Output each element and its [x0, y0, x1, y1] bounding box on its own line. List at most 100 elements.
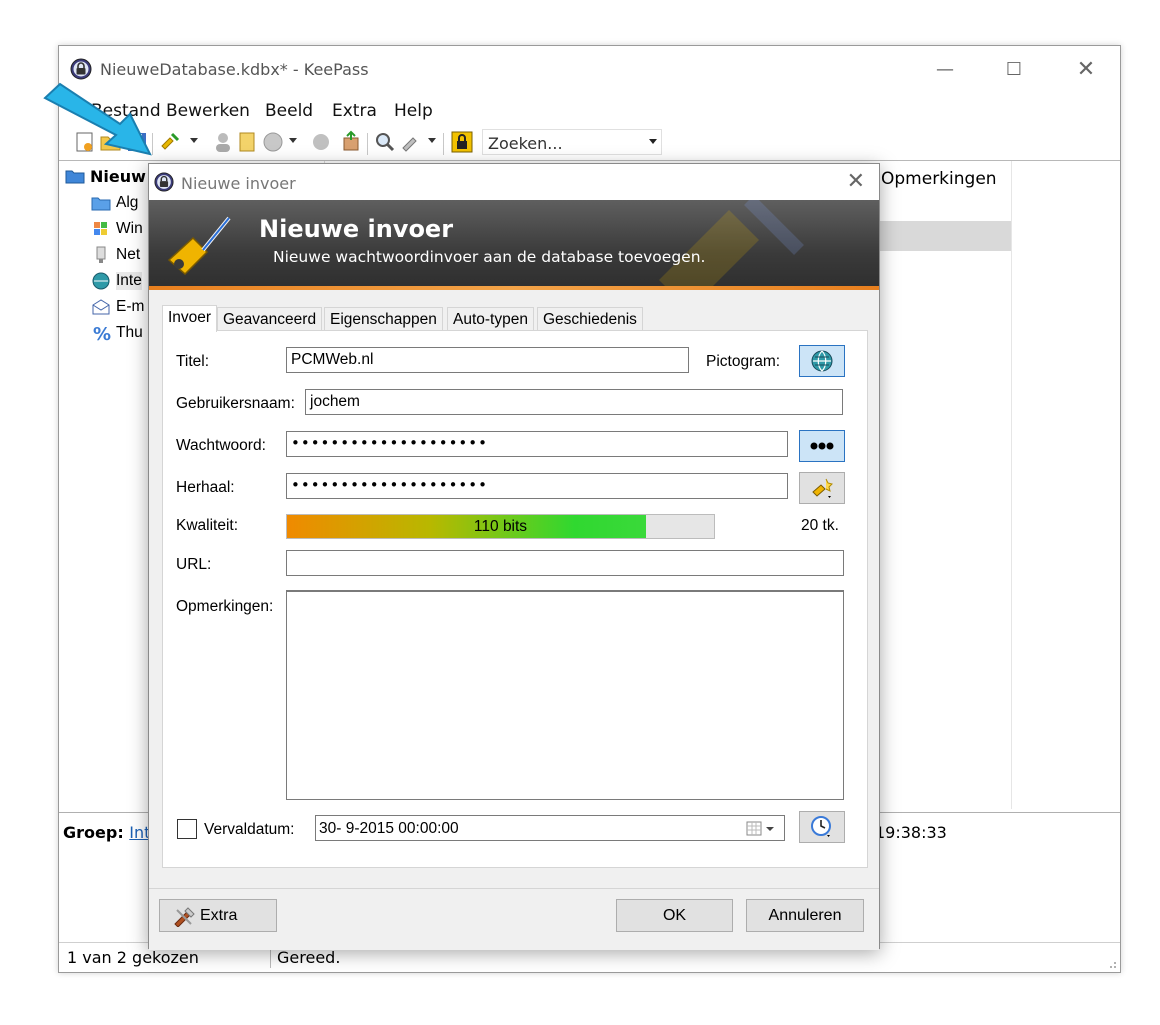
globe-icon [811, 350, 833, 372]
column-divider [1011, 161, 1012, 809]
expiry-presets-button[interactable] [799, 811, 845, 843]
add-entry-dropdown[interactable] [190, 138, 198, 143]
expiry-date-picker[interactable]: 30- 9-2015 00:00:00 [315, 815, 785, 841]
menu-extra[interactable]: Extra [332, 101, 377, 121]
pointer-arrow [43, 82, 152, 156]
main-window-title: NieuweDatabase.kdbx* - KeePass [100, 60, 369, 79]
tab-entry[interactable]: Invoer [162, 305, 218, 332]
search-icon[interactable] [373, 130, 397, 154]
tools-icon [174, 906, 195, 927]
banner-subtitle: Nieuwe wachtwoordinvoer aan de database … [273, 248, 706, 266]
search-dropdown[interactable] [649, 139, 657, 144]
dots-icon [810, 442, 834, 450]
icon-picker-button[interactable] [799, 345, 845, 377]
tab-advanced[interactable]: Geavanceerd [217, 307, 323, 331]
copy-url-dropdown[interactable] [289, 138, 297, 143]
search-placeholder: Zoeken... [488, 134, 563, 153]
tab-autotype[interactable]: Auto-typen [447, 307, 534, 331]
username-field[interactable]: jochem [305, 389, 843, 415]
quality-label: Kwaliteit: [176, 517, 239, 534]
expiry-date-value: 30- 9-2015 00:00:00 [319, 820, 459, 837]
percent-icon: % [93, 324, 111, 342]
copy-url-icon[interactable] [261, 130, 285, 154]
dialog-titlebar: Nieuwe invoer ✕ [149, 164, 879, 200]
folder-icon [65, 170, 85, 184]
close-button[interactable]: ✕ [1063, 54, 1109, 84]
tree-item-network[interactable]: Net [91, 246, 140, 265]
dialog-close-button[interactable]: ✕ [847, 169, 865, 194]
tree-item-email[interactable]: E-m [91, 298, 144, 317]
tree-item-homebanking[interactable]: % Thu [91, 324, 143, 343]
ok-button[interactable]: OK [616, 899, 733, 932]
url-label: URL: [176, 556, 212, 573]
edit-user-icon[interactable] [211, 130, 235, 154]
quality-text: 110 bits [473, 518, 528, 535]
tree-root[interactable]: Nieuw [65, 167, 146, 186]
keepass-lock-icon [70, 58, 92, 80]
expiry-label: Vervaldatum: [204, 821, 295, 838]
tab-history[interactable]: Geschiedenis [537, 307, 643, 331]
folder-icon [91, 197, 111, 211]
username-label: Gebruikersnaam: [176, 395, 295, 412]
calendar-icon[interactable] [746, 821, 776, 837]
column-header-notes[interactable]: Opmerkingen [881, 169, 997, 189]
maximize-button[interactable]: ☐ [991, 54, 1037, 84]
tree-item-windows[interactable]: Win [91, 220, 143, 239]
autotype-dropdown[interactable] [428, 138, 436, 143]
dialog-banner: Nieuwe invoer Nieuwe wachtwoordinvoer aa… [149, 200, 879, 290]
copy-key-icon[interactable] [235, 130, 259, 154]
svg-text:%: % [93, 324, 111, 342]
clock-icon [811, 816, 831, 837]
title-field[interactable]: PCMWeb.nl [286, 347, 689, 373]
tree-item-internet[interactable]: Inte [91, 272, 142, 291]
copy-icon[interactable] [309, 130, 333, 154]
url-field[interactable] [286, 550, 844, 576]
new-entry-dialog: Nieuwe invoer ✕ Nieuwe invoer Nieuwe wac… [148, 163, 880, 950]
menu-help[interactable]: Help [394, 101, 433, 121]
notes-textarea[interactable] [286, 590, 844, 800]
toggle-password-visibility-button[interactable] [799, 430, 845, 462]
keepass-lock-icon [154, 172, 174, 192]
extra-button[interactable]: Extra [159, 899, 277, 932]
autotype-icon[interactable] [399, 130, 423, 154]
expiry-checkbox[interactable] [177, 819, 197, 839]
status-selection: 1 van 2 gekozen [67, 948, 199, 967]
banner-watermark-icon [659, 200, 804, 290]
repeat-label: Herhaal: [176, 479, 235, 496]
icon-label: Pictogram: [706, 353, 781, 370]
banner-title: Nieuwe invoer [259, 215, 454, 243]
status-state: Gereed. [277, 948, 341, 967]
lock-workspace-icon[interactable] [450, 130, 474, 154]
repeat-password-field[interactable]: •••••••••••••••••••• [286, 473, 788, 499]
info-group: Groep: Inte [63, 823, 161, 842]
entry-tab-panel: Titel: PCMWeb.nl Pictogram: Gebruikersna… [162, 330, 868, 868]
dialog-footer: Extra OK Annuleren [149, 888, 879, 950]
minimize-button[interactable]: — [922, 54, 968, 84]
email-icon [92, 299, 110, 315]
windows-icon [94, 222, 107, 235]
password-quality-bar: 110 bits [286, 514, 715, 539]
toolbar-separator [367, 133, 368, 155]
sync-icon[interactable] [339, 130, 363, 154]
banner-accent-stripe [149, 286, 879, 290]
add-entry-icon[interactable] [159, 130, 183, 154]
tab-properties[interactable]: Eigenschappen [324, 307, 443, 331]
password-label: Wachtwoord: [176, 437, 266, 454]
menu-beeld[interactable]: Beeld [265, 101, 313, 121]
toolbar: Zoeken... [59, 127, 1120, 159]
title-label: Titel: [176, 353, 210, 370]
tree-item-general[interactable]: Alg [91, 194, 138, 213]
extra-button-label: Extra [200, 906, 238, 924]
dialog-title: Nieuwe invoer [181, 174, 296, 193]
password-generator-button[interactable] [799, 472, 845, 504]
main-titlebar: NieuweDatabase.kdbx* - KeePass — ☐ ✕ [59, 46, 1120, 93]
character-count: 20 tk. [801, 517, 839, 534]
toolbar-separator [443, 133, 444, 155]
resize-grip-icon[interactable] [1107, 959, 1117, 969]
password-field[interactable]: •••••••••••••••••••• [286, 431, 788, 457]
menu-bewerken[interactable]: Bewerken [166, 101, 250, 121]
password-generator-icon [812, 478, 833, 498]
search-input[interactable]: Zoeken... [482, 129, 662, 155]
cancel-button[interactable]: Annuleren [746, 899, 864, 932]
notes-label: Opmerkingen: [176, 598, 274, 615]
